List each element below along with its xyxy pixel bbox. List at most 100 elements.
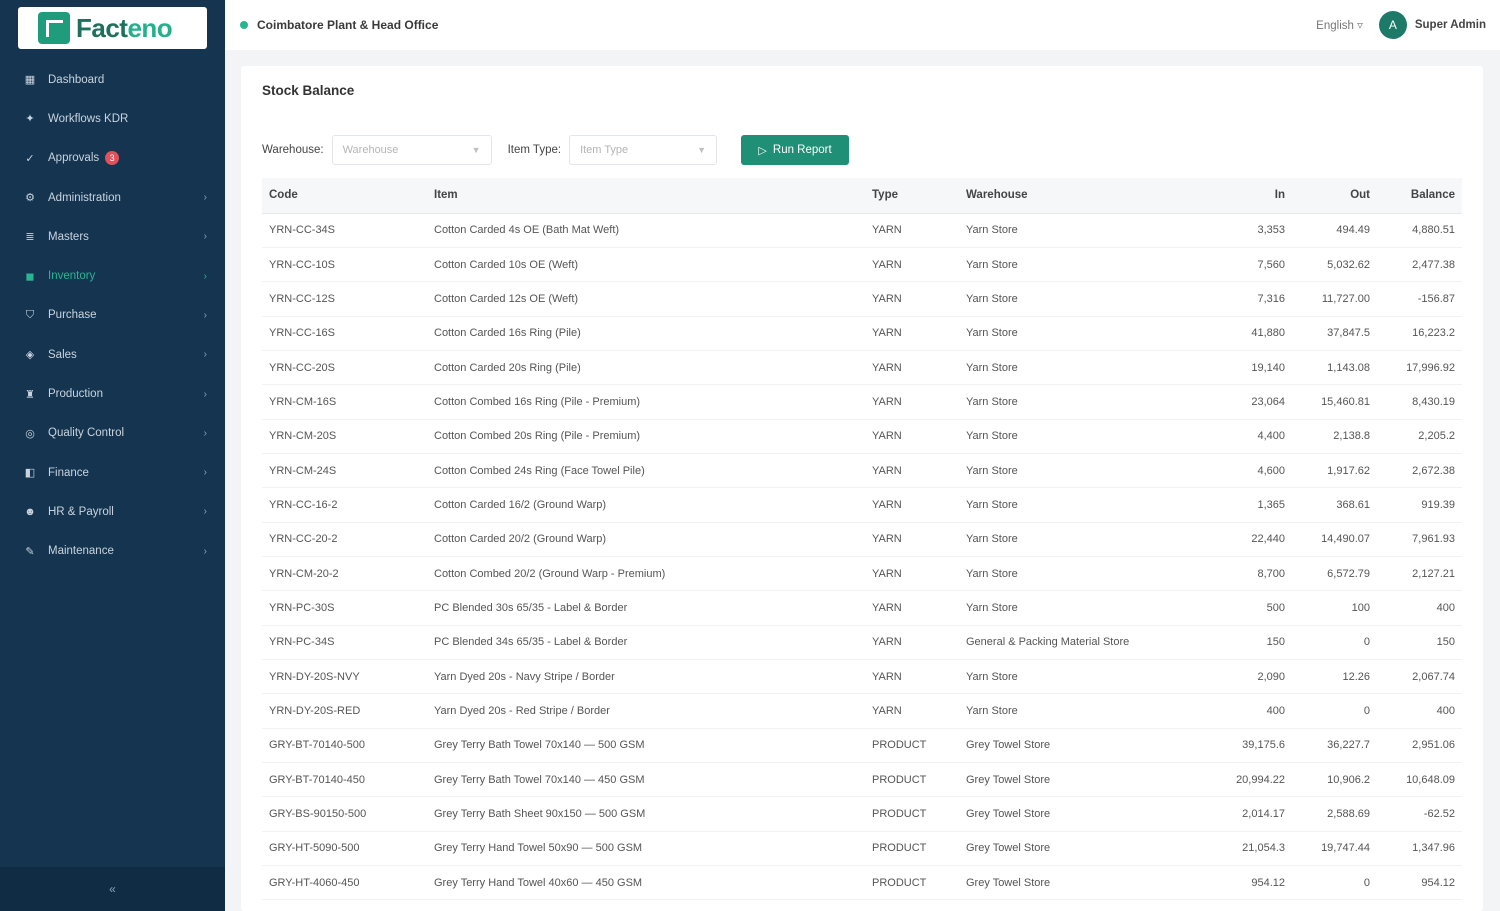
sidebar-item-masters[interactable]: ≣ Masters › <box>0 217 225 256</box>
table-row[interactable]: YRN-CM-20-2 Cotton Combed 20/2 (Ground Wa… <box>262 556 1462 592</box>
cell-type: PRODUCT <box>865 831 959 867</box>
cell-in: 41,880 <box>1209 316 1292 351</box>
sidebar-item-approvals[interactable]: ✓ Approvals 3 <box>0 139 225 178</box>
cell-in: 20,994.22 <box>1209 762 1292 798</box>
user-name[interactable]: Super Admin <box>1415 19 1486 31</box>
cell-in: 400 <box>1209 693 1292 729</box>
sidebar-item-administration[interactable]: ⚙ Administration › <box>0 178 225 217</box>
cell-item: Cotton Combed 24s Ring (Face Towel Pile) <box>427 453 865 489</box>
cell-out: 368.61 <box>1292 487 1377 523</box>
col-header-type[interactable]: Type <box>865 178 959 214</box>
site-name[interactable]: Coimbatore Plant & Head Office <box>257 18 1316 32</box>
cell-in: 1,365 <box>1209 487 1292 523</box>
cell-code: GRY-HT-5090-500 <box>262 831 427 867</box>
cell-type: YARN <box>865 350 959 386</box>
warehouse-select[interactable]: Warehouse ▼ <box>331 135 492 165</box>
table-row[interactable]: GRY-BT-70140-450 Grey Terry Bath Towel 70… <box>262 762 1462 798</box>
table-row[interactable]: YRN-CM-20S Cotton Combed 20s Ring (Pile -… <box>262 419 1462 454</box>
cell-type: YARN <box>865 487 959 523</box>
table-row[interactable]: YRN-PC-30S PC Blended 30s 65/35 - Label &… <box>262 590 1462 626</box>
sidebar-nav: ▦ Dashboard ✦ Workflows KDR ✓ Approvals 3 ⚙ Admi… <box>0 60 225 571</box>
cell-out: 494.49 <box>1292 213 1377 248</box>
cell-balance: 400 <box>1377 590 1462 626</box>
col-header-code[interactable]: Code <box>262 178 427 214</box>
sidebar: Facteno ▦ Dashboard ✦ Workflows KDR ✓ Approva… <box>0 0 225 911</box>
chevron-right-icon: › <box>203 309 207 321</box>
table-row[interactable]: YRN-DY-20S-RED Yarn Dyed 20s - Red Stripe… <box>262 693 1462 729</box>
app-logo[interactable]: Facteno <box>18 7 207 49</box>
sidebar-item-label: HR & Payroll <box>48 505 114 518</box>
cell-code: YRN-CC-16S <box>262 316 427 351</box>
table-row[interactable]: YRN-CC-20S Cotton Carded 20s Ring (Pile) Y… <box>262 350 1462 386</box>
cell-item: Cotton Carded 16s Ring (Pile) <box>427 316 865 351</box>
table-row[interactable]: GRY-HT-4060-450 Grey Terry Hand Towel 40x… <box>262 865 1462 901</box>
table-row[interactable]: GRY-HT-5090-500 Grey Terry Hand Towel 50x… <box>262 831 1462 867</box>
table-row[interactable]: YRN-CM-24S Cotton Combed 24s Ring (Face T… <box>262 453 1462 489</box>
table-row[interactable]: YRN-CC-20-2 Cotton Carded 20/2 (Ground Wa… <box>262 522 1462 557</box>
cell-out: 0 <box>1292 693 1377 729</box>
cell-item: Cotton Carded 12s OE (Weft) <box>427 281 865 317</box>
cell-code: YRN-DY-20S-NVY <box>262 659 427 695</box>
run-report-button[interactable]: ▷ Run Report <box>741 135 850 165</box>
sidebar-item-workflows-kdr[interactable]: ✦ Workflows KDR <box>0 99 225 138</box>
sidebar-item-quality-control[interactable]: ◎ Quality Control › <box>0 414 225 453</box>
cart-icon: ⛉ <box>25 308 35 321</box>
cell-item: Yarn Dyed 20s - Red Stripe / Border <box>427 693 865 729</box>
cell-type: YARN <box>865 419 959 454</box>
cell-item: Cotton Carded 4s OE (Bath Mat Weft) <box>427 213 865 248</box>
cell-code: GRY-BT-70140-450 <box>262 762 427 798</box>
language-selector[interactable]: English ▿ <box>1316 18 1363 32</box>
sidebar-item-finance[interactable]: ◧ Finance › <box>0 453 225 492</box>
sidebar-collapse-button[interactable]: « <box>0 867 225 911</box>
run-report-label: Run Report <box>772 144 832 156</box>
cell-warehouse: Grey Towel Store <box>959 728 1209 764</box>
col-header-warehouse[interactable]: Warehouse <box>959 178 1209 214</box>
cell-out: 2,138.8 <box>1292 419 1377 454</box>
factory-icon: ♜ <box>25 388 35 401</box>
cell-warehouse: Yarn Store <box>959 659 1209 695</box>
cell-balance: 16,223.2 <box>1377 316 1462 351</box>
avatar[interactable]: A <box>1378 11 1407 39</box>
chevron-right-icon: › <box>203 427 207 439</box>
cell-in: 3,353 <box>1209 213 1292 248</box>
sidebar-item-maintenance[interactable]: ✎ Maintenance › <box>0 532 225 571</box>
cell-balance: 2,951.06 <box>1377 728 1462 764</box>
sidebar-item-sales[interactable]: ◈ Sales › <box>0 335 225 374</box>
dashboard-icon: ▦ <box>24 74 36 87</box>
table-row[interactable]: YRN-CC-16-2 Cotton Carded 16/2 (Ground Wa… <box>262 487 1462 523</box>
table-row[interactable]: YRN-PC-34S PC Blended 34s 65/35 - Label &… <box>262 625 1462 660</box>
col-header-balance[interactable]: Balance <box>1377 178 1462 214</box>
col-header-in[interactable]: In <box>1209 178 1292 214</box>
sidebar-item-label: Administration <box>48 191 121 204</box>
item-type-select[interactable]: Item Type ▼ <box>569 135 718 165</box>
cell-out: 6,572.79 <box>1292 556 1377 592</box>
cell-type: YARN <box>865 556 959 592</box>
site-status-icon <box>240 21 248 29</box>
cell-warehouse: Yarn Store <box>959 556 1209 592</box>
sidebar-item-label: Purchase <box>48 309 97 322</box>
sidebar-item-label: Approvals 3 <box>48 151 207 166</box>
cell-balance: 2,672.38 <box>1377 453 1462 489</box>
table-row[interactable]: YRN-CM-16S Cotton Combed 16s Ring (Pile -… <box>262 384 1462 420</box>
sidebar-item-dashboard[interactable]: ▦ Dashboard <box>0 60 225 99</box>
cell-code: YRN-CM-20-2 <box>262 556 427 592</box>
finance-icon: ◧ <box>24 467 36 480</box>
table-row[interactable]: YRN-CC-34S Cotton Carded 4s OE (Bath Mat … <box>262 213 1462 248</box>
sidebar-item-inventory[interactable]: ◼ Inventory › <box>0 256 225 295</box>
table-row[interactable]: YRN-CC-10S Cotton Carded 10s OE (Weft) YAR… <box>262 247 1462 283</box>
table-row[interactable]: YRN-CC-12S Cotton Carded 12s OE (Weft) YAR… <box>262 281 1462 317</box>
sidebar-item-purchase[interactable]: ⛉ Purchase › <box>0 296 225 335</box>
database-icon: ≣ <box>25 231 35 244</box>
table-row[interactable]: GRY-BS-90150-500 Grey Terry Bath Sheet 90… <box>262 796 1462 832</box>
cell-type: YARN <box>865 625 959 660</box>
sidebar-item-production[interactable]: ♜ Production › <box>0 374 225 413</box>
sidebar-item-hr-payroll[interactable]: ☻ HR & Payroll › <box>0 492 225 531</box>
table-row[interactable]: YRN-DY-20S-NVY Yarn Dyed 20s - Navy Strip… <box>262 659 1462 695</box>
cell-balance: 8,430.19 <box>1377 384 1462 420</box>
sidebar-item-label: Workflows KDR <box>48 112 129 125</box>
table-row[interactable]: GRY-BT-70140-500 Grey Terry Bath Towel 70… <box>262 728 1462 764</box>
cell-balance: 150 <box>1377 625 1462 660</box>
col-header-out[interactable]: Out <box>1292 178 1377 214</box>
col-header-item[interactable]: Item <box>427 178 865 214</box>
table-row[interactable]: YRN-CC-16S Cotton Carded 16s Ring (Pile) Y… <box>262 316 1462 351</box>
